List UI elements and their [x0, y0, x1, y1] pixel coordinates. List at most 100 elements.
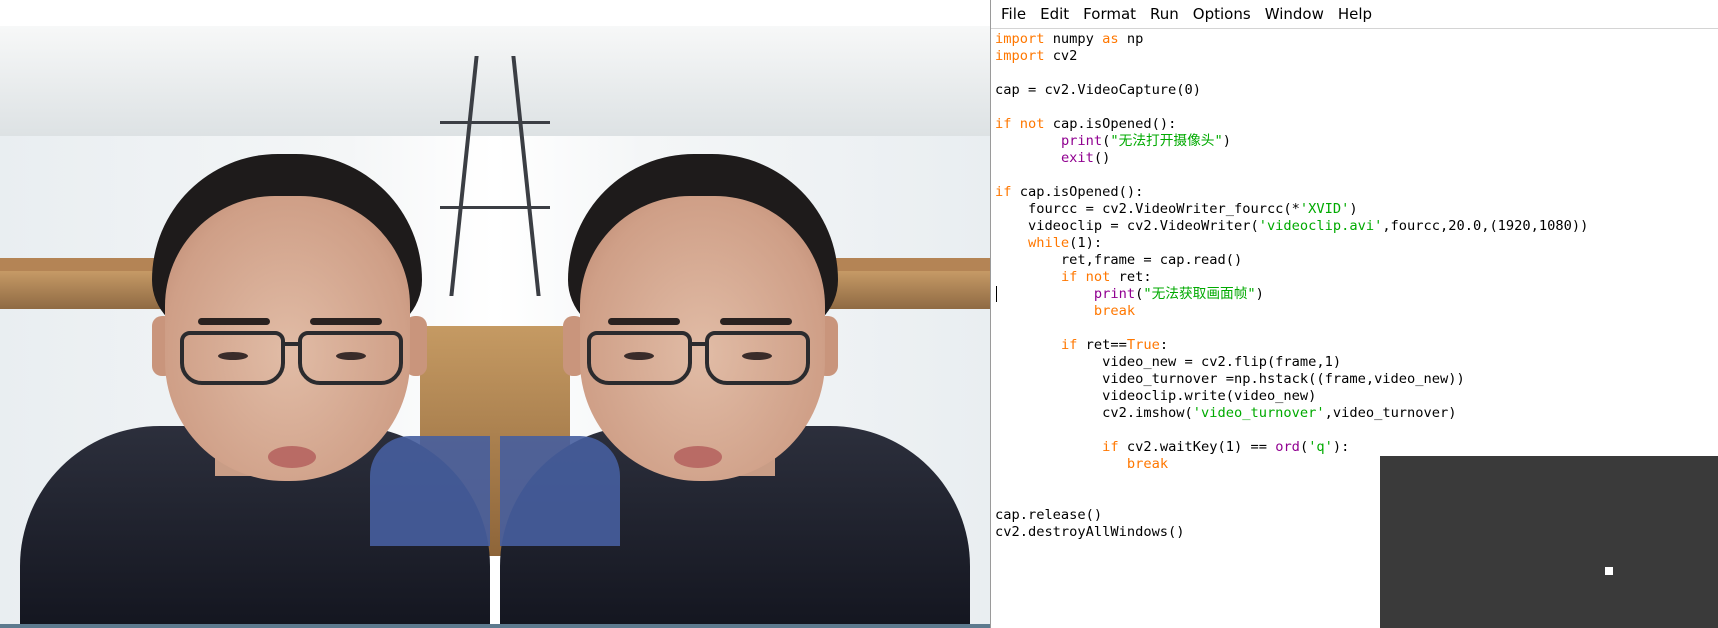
- code-token: print: [1093, 286, 1136, 302]
- code-token: (1):: [1069, 235, 1103, 251]
- jacket-panel: [370, 436, 490, 546]
- bed-crossbar: [440, 121, 495, 124]
- code-line[interactable]: break: [995, 303, 1715, 320]
- code-token: if: [1060, 337, 1078, 353]
- code-line[interactable]: if cap.isOpened():: [995, 184, 1715, 201]
- code-token: while: [1027, 235, 1070, 251]
- code-token: 'XVID': [1299, 201, 1350, 217]
- code-token: video_new = cv2.flip(frame,1): [995, 354, 1342, 370]
- code-token: fourcc = cv2.VideoWriter_fourcc(*: [995, 201, 1300, 217]
- webcam-frame: [0, 26, 495, 624]
- code-token: ):: [1332, 439, 1350, 455]
- code-token: :: [1159, 337, 1169, 353]
- mouth: [268, 446, 316, 468]
- menu-edit[interactable]: Edit: [1033, 2, 1076, 26]
- code-token: import: [995, 48, 1045, 64]
- code-line[interactable]: ​: [995, 65, 1715, 82]
- dark-overlay-window[interactable]: [1380, 456, 1718, 628]
- code-token: ): [1222, 133, 1231, 149]
- eyebrow: [608, 318, 680, 325]
- code-token: ): [1255, 286, 1264, 302]
- code-line[interactable]: import cv2: [995, 48, 1715, 65]
- menu-format[interactable]: Format: [1076, 2, 1143, 26]
- menu-options[interactable]: Options: [1186, 2, 1258, 26]
- code-line[interactable]: if not cap.isOpened():: [995, 116, 1715, 133]
- code-token: cap = cv2.VideoCapture(0): [995, 82, 1202, 98]
- code-token: cap.isOpened():: [1044, 116, 1177, 132]
- code-line[interactable]: ​: [995, 422, 1715, 439]
- code-token: if: [1060, 269, 1078, 285]
- code-line[interactable]: print("无法打开摄像头"): [995, 133, 1715, 150]
- bed-crossbar: [495, 206, 550, 209]
- code-token: break: [1126, 456, 1169, 472]
- mirrored-webcam-frame: [495, 26, 990, 624]
- ceiling: [495, 26, 990, 136]
- jacket-panel: [500, 436, 620, 546]
- mouth: [674, 446, 722, 468]
- code-token: 'videoclip.avi': [1258, 218, 1383, 234]
- ceiling: [0, 26, 495, 136]
- code-line[interactable]: if cv2.waitKey(1) == ord('q'):: [995, 439, 1715, 456]
- code-line[interactable]: ret,frame = cap.read(): [995, 252, 1715, 269]
- menu-window[interactable]: Window: [1258, 2, 1331, 26]
- code-line[interactable]: video_new = cv2.flip(frame,1): [995, 354, 1715, 371]
- code-line[interactable]: ​: [995, 320, 1715, 337]
- code-line[interactable]: import numpy as np: [995, 31, 1715, 48]
- code-token: "无法打开摄像头": [1110, 133, 1223, 149]
- code-token: video_turnover =np.hstack((frame,video_n…: [995, 371, 1465, 387]
- menu-file[interactable]: File: [994, 2, 1033, 26]
- code-token: as: [1102, 31, 1119, 47]
- code-line[interactable]: if not ret:: [995, 269, 1715, 286]
- bed-crossbar: [440, 206, 495, 209]
- code-line[interactable]: videoclip = cv2.VideoWriter('videoclip.a…: [995, 218, 1715, 235]
- code-token: videoclip.write(video_new): [995, 388, 1317, 404]
- glasses-lens: [180, 331, 285, 385]
- code-line[interactable]: video_turnover =np.hstack((frame,video_n…: [995, 371, 1715, 388]
- code-token: cv2.waitKey(1) ==: [1118, 439, 1276, 455]
- menu-bar: File Edit Format Run Options Window Help: [991, 0, 1718, 29]
- code-token: print: [1060, 133, 1103, 149]
- glasses-lens: [587, 331, 692, 385]
- code-token: ret,frame = cap.read(): [995, 252, 1243, 268]
- code-token: ord: [1275, 439, 1300, 455]
- code-token: not: [1019, 116, 1045, 132]
- code-line[interactable]: videoclip.write(video_new): [995, 388, 1715, 405]
- bed-crossbar: [495, 121, 550, 124]
- taskbar-edge: [0, 624, 990, 628]
- webcam-video-window: [0, 0, 990, 628]
- code-line[interactable]: cap = cv2.VideoCapture(0): [995, 82, 1715, 99]
- code-token: (: [1299, 439, 1309, 455]
- code-token: numpy: [1044, 31, 1103, 47]
- code-line[interactable]: while(1):: [995, 235, 1715, 252]
- code-token: if: [995, 116, 1012, 132]
- code-line[interactable]: ​: [995, 167, 1715, 184]
- glasses-bridge: [690, 342, 706, 346]
- code-token: cv2.imshow(: [995, 405, 1193, 421]
- menu-help[interactable]: Help: [1331, 2, 1379, 26]
- code-line[interactable]: if ret==True:: [995, 337, 1715, 354]
- code-line[interactable]: cv2.imshow('video_turnover',video_turnov…: [995, 405, 1715, 422]
- code-token: videoclip = cv2.VideoWriter(: [995, 218, 1259, 234]
- code-line[interactable]: fourcc = cv2.VideoWriter_fourcc(*'XVID'): [995, 201, 1715, 218]
- code-token: not: [1085, 269, 1111, 285]
- code-token: "无法获取画面帧": [1143, 286, 1256, 302]
- code-token: ,video_turnover): [1324, 405, 1457, 421]
- menu-run[interactable]: Run: [1143, 2, 1186, 26]
- code-token: break: [1093, 303, 1136, 319]
- eyebrow: [310, 318, 382, 325]
- window-icon: [1605, 567, 1613, 575]
- code-line[interactable]: ​: [995, 99, 1715, 116]
- code-token: if: [1102, 439, 1119, 455]
- code-token: True: [1126, 337, 1160, 353]
- code-line[interactable]: print("无法获取画面帧"): [995, 286, 1715, 303]
- code-line[interactable]: exit(): [995, 150, 1715, 167]
- code-token: exit: [1060, 150, 1094, 166]
- code-token: cap.isOpened():: [1011, 184, 1144, 200]
